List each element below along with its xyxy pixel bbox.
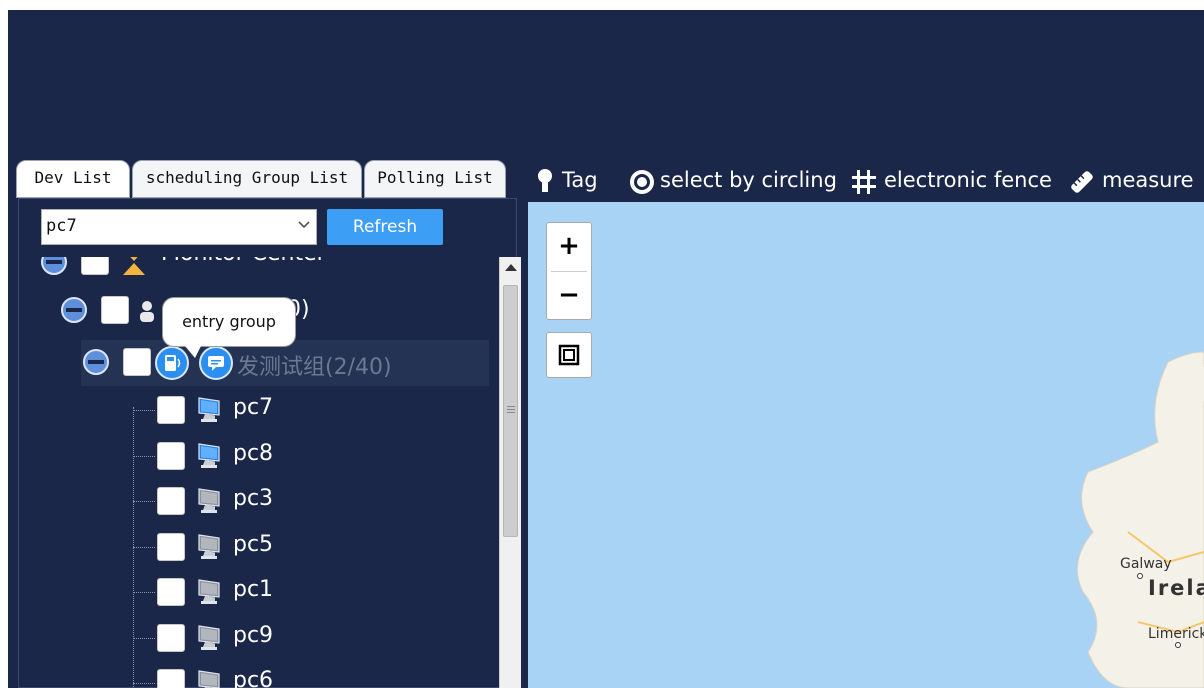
tree-connector [133,638,155,639]
tree-connector [133,592,155,593]
fullscreen-icon [558,344,580,366]
tab-dev-list[interactable]: Dev List [16,160,130,198]
electronic-fence-label: electronic fence [884,168,1052,192]
hash-grid-icon [852,170,876,194]
select-by-circling-tool[interactable]: select by circling [628,166,837,196]
tree-connector [133,683,155,684]
measure-tool[interactable]: measure [1068,166,1204,196]
chevron-down-icon [298,221,310,229]
select-by-circling-label: select by circling [660,168,837,192]
device-label: pc3 [233,486,274,511]
collapse-icon[interactable] [83,349,109,375]
device-checkbox[interactable] [157,396,185,424]
device-row[interactable]: pc8 [19,437,489,479]
device-checkbox[interactable] [157,487,185,515]
map-toolbar: Tag select by circling electronic fence [528,160,1204,200]
device-label: pc9 [233,623,274,648]
fullscreen-button[interactable] [546,332,592,378]
device-row[interactable]: pc5 [19,528,489,570]
device-label: pc6 [233,668,274,688]
search-row: pc7 Refresh [19,199,516,257]
device-list-panel: pc7 Refresh Monitor Center [18,198,521,688]
device-checkbox[interactable] [157,442,185,470]
scroll-up-arrow-icon[interactable] [500,257,522,277]
ruler-icon [1071,171,1093,193]
tree-connector [133,501,155,502]
computer-icon [198,488,220,513]
root-label: Monitor Center [161,257,326,266]
tree-connector [133,410,155,411]
device-row[interactable]: pc9 [19,619,489,661]
chat-icon [208,356,224,371]
tag-tool-label: Tag [562,168,598,192]
electronic-fence-tool[interactable]: electronic fence [850,166,1052,196]
measure-label: measure [1102,168,1194,192]
tree-node-root[interactable]: Monitor Center [19,257,489,289]
collapse-icon[interactable] [61,297,87,323]
group-message-button[interactable] [199,346,233,380]
device-row[interactable]: pc3 [19,482,489,524]
device-checkbox[interactable] [157,624,185,652]
map-view[interactable]: + − Galway Irela Limerick [528,202,1204,688]
map-city-label: Limerick [1148,626,1204,642]
device-search-select[interactable]: pc7 [41,209,317,245]
circle-select-icon [630,170,654,194]
tree-connector [133,547,155,548]
pin-icon [538,169,552,192]
zoom-control: + − [546,222,592,320]
monitor-center-icon [123,257,145,275]
radio-icon [165,355,181,371]
device-row[interactable]: pc1 [19,573,489,615]
computer-icon [198,625,220,650]
map-city-label: Galway [1120,556,1172,572]
group-checkbox[interactable] [123,348,151,376]
tag-tool[interactable]: Tag [536,166,610,196]
computer-icon [198,579,220,604]
tab-scheduling-group-list[interactable]: scheduling Group List [132,160,362,198]
computer-icon [198,670,220,688]
computer-icon [198,443,220,468]
refresh-button[interactable]: Refresh [327,209,443,245]
device-label: pc1 [233,577,274,602]
entry-group-tooltip: entry group [162,297,296,358]
tree-node-group[interactable]: 发测试组(2/40) [19,341,489,383]
tree-connector [133,456,155,457]
entry-group-button[interactable] [155,346,189,380]
device-label: pc7 [233,395,274,420]
group-label: 发测试组(2/40) [237,355,392,380]
map-land [1076,351,1204,688]
device-checkbox[interactable] [157,533,185,561]
computer-icon [198,534,220,559]
device-search-value: pc7 [46,216,77,236]
scroll-thumb[interactable] [503,285,518,537]
collapse-icon[interactable] [41,257,67,275]
zoom-out-button[interactable]: − [547,272,591,320]
root-checkbox[interactable] [81,257,109,275]
zoom-in-button[interactable]: + [547,223,591,271]
device-checkbox[interactable] [157,578,185,606]
org-checkbox[interactable] [101,296,129,324]
map-country-label: Irela [1148,576,1204,600]
device-label: pc5 [233,532,274,557]
app-window: Dev List scheduling Group List Polling L… [8,10,1204,688]
tab-polling-list[interactable]: Polling List [364,160,506,198]
tree-scrollbar[interactable] [499,257,521,688]
device-row[interactable]: pc7 [19,391,489,433]
computer-icon [198,397,220,422]
device-checkbox[interactable] [157,669,185,688]
device-row[interactable]: pc6 [19,664,489,688]
device-label: pc8 [233,441,274,466]
